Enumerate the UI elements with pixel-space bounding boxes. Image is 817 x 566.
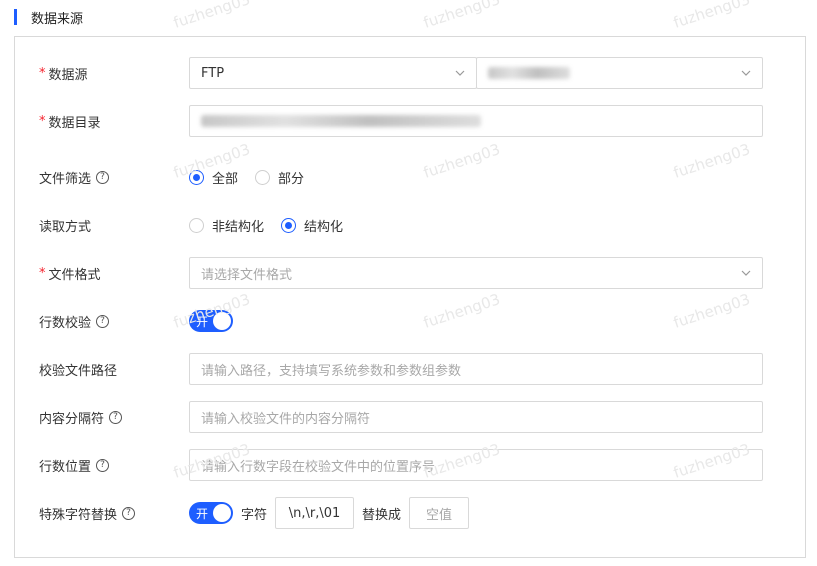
radio-unchecked-icon — [189, 217, 204, 233]
data-source-label: * 数据源 — [39, 65, 88, 83]
data-dir-label: * 数据目录 — [39, 113, 101, 131]
file-format-placeholder: 请选择文件格式 — [201, 267, 293, 283]
file-format-label: * 文件格式 — [39, 265, 101, 283]
source-type-select[interactable]: FTP — [189, 57, 477, 89]
chevron-down-icon — [741, 270, 751, 276]
source-type-value: FTP — [201, 65, 225, 81]
radio-checked-icon — [281, 217, 297, 233]
row-read-mode: 读取方式 非结构化 结构化 — [15, 209, 805, 241]
check-path-input[interactable]: 请输入路径，支持填写系统参数和参数组参数 — [189, 353, 763, 385]
required-mark: * — [39, 113, 46, 129]
check-path-control: 请输入路径，支持填写系统参数和参数组参数 — [189, 353, 763, 385]
radio-unstructured[interactable]: 非结构化 — [189, 216, 264, 235]
radio-filter-all[interactable]: 全部 — [189, 168, 238, 187]
read-mode-label: 读取方式 — [39, 219, 92, 235]
row-file-format: * 文件格式 请选择文件格式 — [15, 257, 805, 289]
row-data-dir: * 数据目录 — [15, 105, 805, 137]
radio-filter-partial[interactable]: 部分 — [255, 168, 304, 187]
source-connection-select[interactable] — [476, 57, 763, 89]
question-circle-icon[interactable]: ? — [96, 170, 110, 184]
switch-knob — [213, 504, 231, 522]
file-filter-radio-group: 全部 部分 — [189, 161, 321, 193]
radio-unchecked-icon — [255, 169, 271, 185]
required-mark: * — [39, 65, 46, 81]
section-title: 数据来源 — [31, 11, 84, 27]
data-source-controls: FTP — [189, 57, 763, 89]
row-check-label: 行数校验 ? — [39, 305, 110, 337]
delimiter-label: 内容分隔符 ? — [39, 401, 123, 433]
read-mode-radio-group: 非结构化 结构化 — [189, 209, 360, 241]
question-circle-icon[interactable]: ? — [122, 506, 136, 520]
section-header: 数据来源 — [14, 7, 83, 27]
delimiter-input[interactable]: 请输入校验文件的内容分隔符 — [189, 401, 763, 433]
file-filter-label: 文件筛选 ? — [39, 161, 110, 193]
redacted-dir-value — [201, 115, 481, 127]
row-position-label: 行数位置 ? — [39, 449, 110, 481]
radio-structured[interactable]: 结构化 — [281, 216, 343, 235]
row-check-switch[interactable]: 开 — [189, 310, 233, 332]
question-circle-icon[interactable]: ? — [96, 458, 110, 472]
special-char-switch[interactable]: 开 — [189, 502, 233, 524]
row-special-char: 特殊字符替换 ? 开 字符 \n,\r,\01 替换成 空值 — [15, 497, 805, 529]
replace-label: 替换成 — [362, 507, 402, 523]
special-char-label: 特殊字符替换 ? — [39, 497, 136, 529]
row-position-control: 请输入行数字段在校验文件中的位置序号 — [189, 449, 763, 481]
data-source-panel: * 数据源 FTP * 数据目录 文件筛选 ? 全部 部分 读取方式 非结构化 … — [14, 36, 806, 558]
radio-checked-icon — [189, 169, 204, 185]
char-input[interactable]: \n,\r,\01 — [275, 497, 355, 529]
row-row-check: 行数校验 ? 开 — [15, 305, 805, 337]
redacted-connection-value — [488, 67, 570, 79]
data-dir-control — [189, 105, 763, 137]
watermark-text: fuzheng03 — [421, 0, 503, 32]
row-row-position: 行数位置 ? 请输入行数字段在校验文件中的位置序号 — [15, 449, 805, 481]
row-file-filter: 文件筛选 ? 全部 部分 — [15, 161, 805, 193]
file-format-control: 请选择文件格式 — [189, 257, 763, 289]
required-mark: * — [39, 265, 46, 281]
chevron-down-icon — [455, 70, 465, 76]
char-label: 字符 — [241, 507, 268, 523]
section-accent-bar — [14, 9, 17, 25]
check-path-label: 校验文件路径 — [39, 363, 118, 379]
question-circle-icon[interactable]: ? — [96, 314, 110, 328]
delimiter-control: 请输入校验文件的内容分隔符 — [189, 401, 763, 433]
special-char-controls: 开 字符 \n,\r,\01 替换成 空值 — [189, 497, 470, 529]
chevron-down-icon — [741, 70, 751, 76]
switch-knob — [213, 312, 231, 330]
watermark-text: fuzheng03 — [171, 0, 253, 32]
row-check-path: 校验文件路径 请输入路径，支持填写系统参数和参数组参数 — [15, 353, 805, 385]
data-dir-input[interactable] — [189, 105, 763, 137]
question-circle-icon[interactable]: ? — [109, 410, 123, 424]
row-delimiter: 内容分隔符 ? 请输入校验文件的内容分隔符 — [15, 401, 805, 433]
replace-input[interactable]: 空值 — [409, 497, 470, 529]
watermark-text: fuzheng03 — [671, 0, 753, 32]
row-data-source: * 数据源 FTP — [15, 57, 805, 89]
row-position-input[interactable]: 请输入行数字段在校验文件中的位置序号 — [189, 449, 763, 481]
file-format-select[interactable]: 请选择文件格式 — [189, 257, 763, 289]
row-check-control: 开 — [189, 305, 233, 337]
